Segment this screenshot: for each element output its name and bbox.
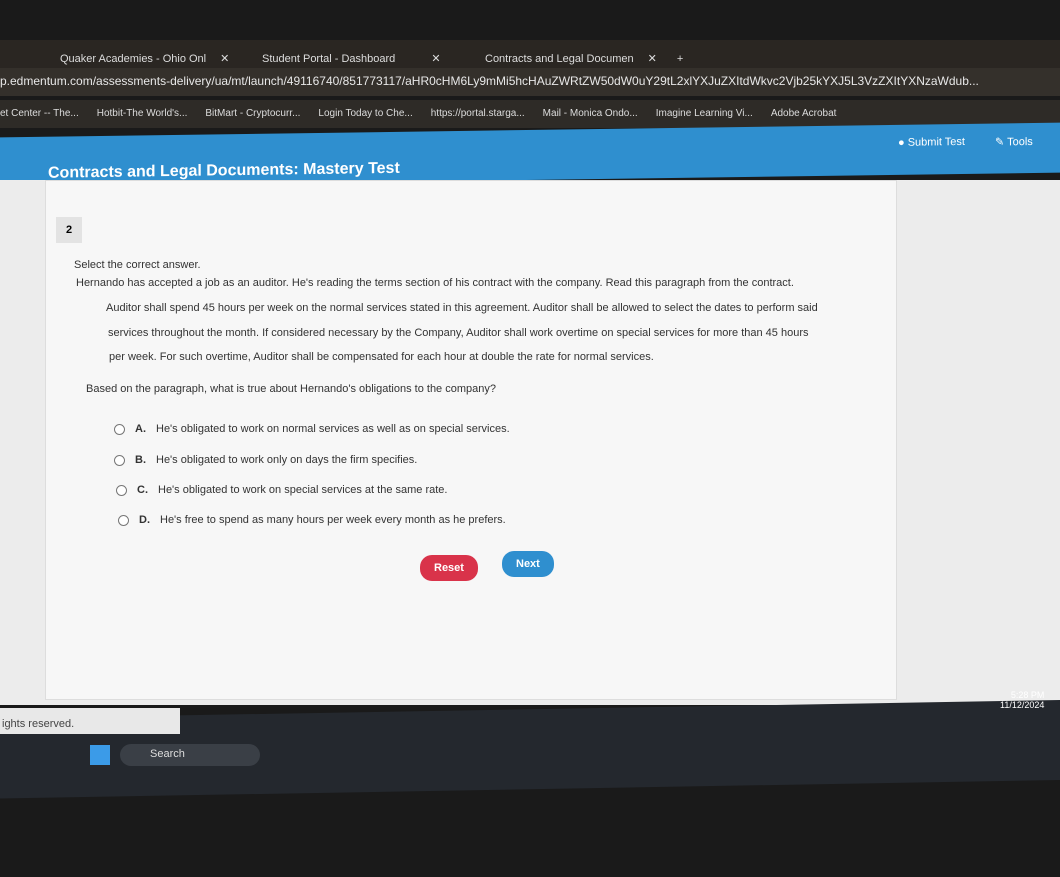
- bookmark[interactable]: Imagine Learning Vi...: [656, 108, 753, 128]
- address-bar[interactable]: p.edmentum.com/assessments-delivery/ua/m…: [0, 68, 1060, 96]
- next-button[interactable]: Next: [502, 551, 554, 577]
- passage-line: services throughout the month. If consid…: [108, 327, 809, 339]
- radio-button[interactable]: [118, 514, 129, 526]
- test-header: Contracts and Legal Documents: Mastery T…: [0, 122, 1060, 188]
- option-d[interactable]: D. He's free to spend as many hours per w…: [118, 514, 506, 526]
- question-prompt: Based on the paragraph, what is true abo…: [86, 383, 496, 395]
- system-clock[interactable]: 5:28 PM 11/12/2024: [1000, 690, 1044, 710]
- tab-student-portal[interactable]: Student Portal - Dashboard ✕: [262, 52, 441, 66]
- bookmark[interactable]: Mail - Monica Ondo...: [543, 108, 638, 128]
- close-icon[interactable]: ✕: [648, 52, 657, 65]
- question-card: 2 Select the correct answer. Hernando ha…: [45, 180, 897, 700]
- option-b[interactable]: B. He's obligated to work only on days th…: [114, 454, 417, 466]
- tools-button[interactable]: ✎ Tools: [995, 135, 1033, 149]
- tab-quaker[interactable]: Quaker Academies - Ohio Onl ✕: [60, 52, 229, 66]
- instruction: Select the correct answer.: [74, 259, 201, 271]
- taskbar-search[interactable]: Search: [120, 744, 260, 766]
- content-area: 2 Select the correct answer. Hernando ha…: [0, 180, 1060, 705]
- submit-test-button[interactable]: ● Submit Test: [898, 136, 965, 149]
- radio-button[interactable]: [114, 454, 125, 466]
- option-a[interactable]: A. He's obligated to work on normal servi…: [114, 423, 510, 435]
- footer: ights reserved.: [0, 708, 180, 734]
- new-tab-icon[interactable]: +: [677, 53, 683, 65]
- bookmark[interactable]: Login Today to Che...: [318, 108, 412, 128]
- reset-button[interactable]: Reset: [420, 555, 478, 581]
- bookmark[interactable]: BitMart - Cryptocurr...: [205, 108, 300, 128]
- close-icon[interactable]: ✕: [220, 52, 229, 65]
- passage-line: per week. For such overtime, Auditor sha…: [109, 351, 654, 363]
- passage-line: Auditor shall spend 45 hours per week on…: [106, 302, 818, 314]
- bookmark[interactable]: Hotbit-The World's...: [97, 108, 188, 128]
- bookmarks-bar: et Center -- The... Hotbit-The World's..…: [0, 100, 1060, 128]
- bookmark[interactable]: https://portal.starga...: [431, 108, 525, 128]
- radio-button[interactable]: [114, 423, 125, 435]
- bookmark[interactable]: et Center -- The...: [0, 108, 79, 128]
- question-number: 2: [56, 217, 82, 243]
- option-c[interactable]: C. He's obligated to work on special serv…: [116, 484, 447, 496]
- tab-contracts[interactable]: Contracts and Legal Documen ✕ +: [485, 52, 683, 66]
- close-icon[interactable]: ✕: [431, 52, 440, 65]
- windows-start-icon[interactable]: [90, 745, 110, 765]
- radio-button[interactable]: [116, 484, 127, 496]
- intro-text: Hernando has accepted a job as an audito…: [76, 277, 794, 289]
